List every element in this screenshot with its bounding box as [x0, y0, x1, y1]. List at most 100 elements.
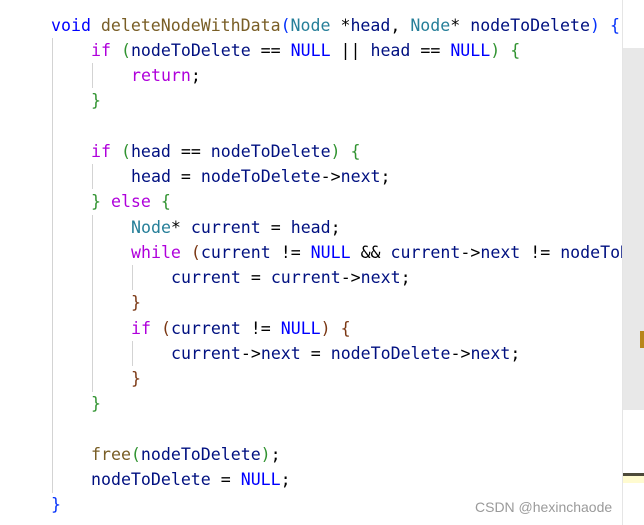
code-token: -> [460, 242, 481, 262]
code-token: != [240, 318, 281, 338]
code-token: ) [589, 15, 600, 35]
code-token: } [51, 495, 61, 515]
code-token: NULL [240, 470, 281, 490]
scrollbar-thumb[interactable] [623, 48, 644, 410]
code-token: ; [380, 167, 391, 187]
code-line: free(nodeToDelete); [91, 442, 281, 467]
code-token: nodeToDelete [210, 141, 331, 161]
code-token: ( [280, 15, 291, 35]
code-token: = [170, 167, 201, 187]
indent-guide [52, 38, 53, 493]
code-token: == [410, 40, 451, 60]
code-line: } [51, 492, 61, 517]
code-token: Node [290, 15, 341, 35]
code-line: nodeToDelete = NULL; [91, 467, 291, 492]
code-line: while (current != NULL && current->next … [131, 240, 622, 265]
code-line: Node* current = head; [131, 215, 341, 240]
code-token: = [240, 268, 271, 288]
code-line: if (head == nodeToDelete) { [91, 139, 361, 164]
indent-guide [92, 63, 93, 88]
code-token: } [131, 293, 141, 313]
code-token: head [130, 141, 171, 161]
code-token: free [91, 444, 131, 464]
code-token: head [290, 217, 331, 237]
code-token: != [520, 242, 561, 262]
indent-guide [92, 164, 93, 189]
code-token: head [350, 15, 391, 35]
code-line: current = current->next; [171, 265, 411, 290]
code-token: ; [330, 217, 341, 237]
code-token: current [171, 343, 241, 363]
code-token: ( [160, 318, 171, 338]
code-token: ; [400, 268, 411, 288]
code-token: ( [130, 444, 141, 464]
code-token: current [171, 268, 241, 288]
watermark: CSDN @hexinchaode [475, 499, 613, 515]
code-token: = [300, 343, 331, 363]
code-token: ( [120, 141, 131, 161]
code-token: next [360, 268, 401, 288]
code-line: return; [131, 63, 201, 88]
code-token: { [609, 15, 620, 35]
code-token: head [131, 167, 171, 187]
code-token: nodeToDelete [470, 15, 590, 35]
code-token: * [170, 217, 191, 237]
code-token: Node [131, 217, 171, 237]
code-token: current [190, 217, 261, 237]
code-token: } [91, 91, 101, 111]
code-token: = [260, 217, 291, 237]
code-token: || [330, 40, 371, 60]
indent-guide [132, 265, 133, 290]
code-token: && [350, 242, 391, 262]
indent-guide [132, 341, 133, 366]
code-token: nodeToDelete [130, 40, 251, 60]
code-token: next [470, 343, 511, 363]
code-token: ; [190, 66, 201, 86]
code-token: ; [510, 343, 521, 363]
code-line: } [91, 88, 101, 113]
code-token: , [390, 15, 411, 35]
code-token: ; [280, 470, 291, 490]
code-token: if [131, 318, 161, 338]
code-token: * [450, 15, 471, 35]
code-token: current [270, 268, 341, 288]
highlight-marker [623, 476, 644, 483]
code-token: nodeToDelete [140, 444, 261, 464]
code-token: } [91, 394, 101, 414]
code-token: deleteNodeWithData [100, 15, 281, 35]
code-line: current->next = nodeToDelete->next; [171, 341, 520, 366]
code-token: return [131, 66, 191, 86]
code-token: } [91, 192, 101, 212]
code-line: } [131, 290, 141, 315]
code-token: Node [410, 15, 451, 35]
code-token: void [51, 15, 101, 35]
code-token: ) [320, 318, 331, 338]
code-token: NULL [450, 40, 491, 60]
code-token: if [91, 40, 121, 60]
code-token: current [170, 318, 241, 338]
scrollbar-marker [640, 331, 644, 348]
code-token: nodeToDelete [91, 470, 211, 490]
code-line: if (current != NULL) { [131, 316, 351, 341]
code-token: -> [240, 343, 261, 363]
code-token: nodeToDelete [200, 167, 321, 187]
code-token: ( [190, 242, 201, 262]
code-token: -> [340, 268, 361, 288]
code-token: } [131, 369, 141, 389]
code-token: ) [490, 40, 501, 60]
code-line: head = nodeToDelete->next; [131, 164, 391, 189]
code-token: { [160, 192, 171, 212]
code-token: ; [270, 444, 281, 464]
code-editor[interactable]: void deleteNodeWithData(Node *head, Node… [0, 0, 622, 525]
code-token: * [340, 15, 351, 35]
code-line: } [91, 391, 101, 416]
code-token: nodeToDelete [330, 343, 451, 363]
code-line: if (nodeToDelete == NULL || head == NULL… [91, 38, 520, 63]
vertical-scrollbar[interactable] [622, 0, 644, 525]
code-token: == [170, 141, 211, 161]
code-token: while [131, 242, 191, 262]
indent-guide [92, 215, 93, 392]
